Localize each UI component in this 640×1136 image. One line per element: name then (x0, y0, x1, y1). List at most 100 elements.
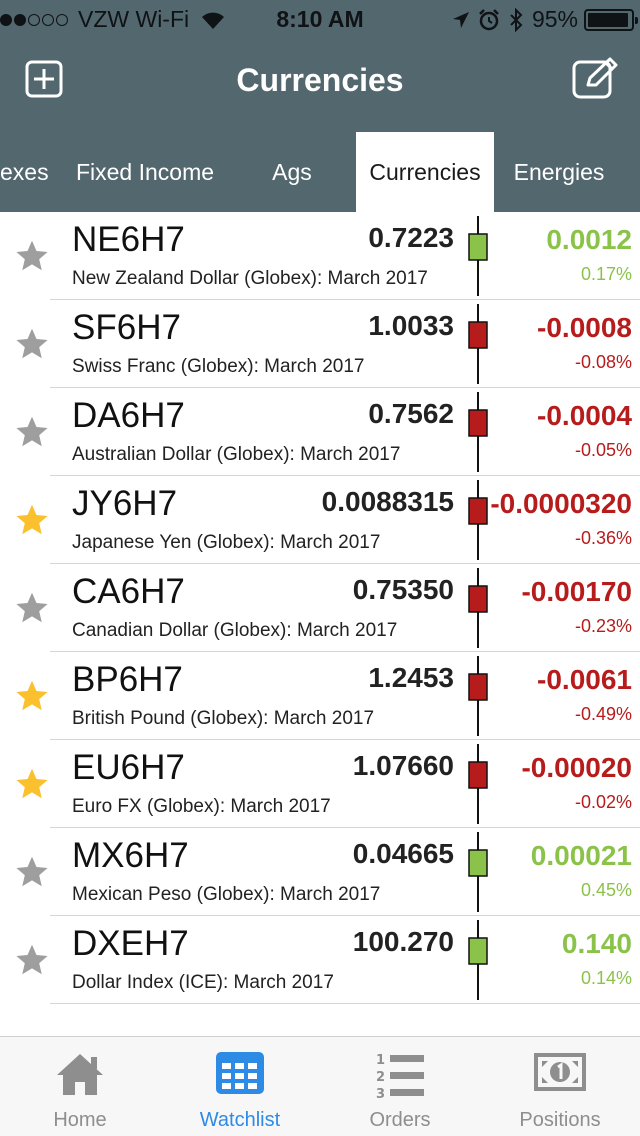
contract-symbol: DA6H7 (72, 396, 185, 435)
contract-description: British Pound (Globex): March 2017 (72, 708, 375, 729)
contract-symbol: MX6H7 (72, 836, 189, 875)
contract-symbol: JY6H7 (72, 484, 178, 523)
star-icon[interactable] (14, 326, 50, 362)
nav-watchlist[interactable]: Watchlist (160, 1037, 320, 1136)
contract-symbol: SF6H7 (72, 308, 181, 347)
edit-button[interactable] (572, 57, 620, 99)
watchlist-row[interactable]: NE6H7 New Zealand Dollar (Globex): March… (0, 212, 640, 300)
contract-description: Euro FX (Globex): March 2017 (72, 796, 331, 817)
app-header: VZW Wi-Fi 8:10 AM 95% Currencies (0, 0, 640, 128)
svg-text:3: 3 (376, 1087, 385, 1101)
percent-change: 0.14% (580, 968, 632, 988)
row-divider (50, 1003, 640, 1004)
watchlist-row[interactable]: DXEH7 Dollar Index (ICE): March 2017 100… (0, 916, 640, 1004)
price-change: 0.140 (561, 928, 632, 959)
contract-description: Swiss Franc (Globex): March 2017 (72, 356, 365, 377)
nav-orders-label: Orders (369, 1109, 431, 1131)
svg-text:1: 1 (376, 1053, 385, 1068)
last-price: 1.07660 (352, 750, 454, 781)
candlestick-icon (468, 832, 488, 912)
last-price: 0.04665 (352, 838, 454, 869)
page-title: Currencies (236, 62, 404, 98)
watchlist-row[interactable]: MX6H7 Mexican Peso (Globex): March 2017 … (0, 828, 640, 916)
category-tabs: exes Fixed Income Ags Currencies Energie… (0, 128, 640, 212)
last-price: 1.0033 (368, 310, 454, 341)
candlestick-icon (468, 920, 488, 1000)
contract-symbol: EU6H7 (72, 748, 185, 787)
star-icon[interactable] (14, 414, 50, 450)
last-price: 0.7223 (368, 222, 454, 253)
percent-change: -0.02% (574, 792, 632, 812)
percent-change: -0.05% (574, 440, 632, 460)
nav-positions[interactable]: Positions (480, 1037, 640, 1136)
contract-description: New Zealand Dollar (Globex): March 2017 (72, 268, 428, 289)
watchlist: NE6H7 New Zealand Dollar (Globex): March… (0, 212, 640, 1004)
last-price: 100.270 (352, 926, 454, 957)
price-change: -0.00170 (521, 576, 632, 607)
last-price: 0.7562 (368, 398, 454, 429)
last-price: 0.0088315 (321, 486, 454, 517)
candlestick-icon (468, 568, 488, 648)
contract-description: Japanese Yen (Globex): March 2017 (72, 532, 381, 553)
battery-percentage: 95% (531, 6, 578, 32)
nav-home[interactable]: Home (0, 1037, 160, 1136)
candlestick-icon (468, 480, 488, 560)
candlestick-icon (468, 216, 488, 296)
candlestick-icon (468, 392, 488, 472)
contract-description: Australian Dollar (Globex): March 2017 (72, 444, 401, 465)
star-icon[interactable] (14, 590, 50, 626)
numbered-list-icon: 1 2 3 (376, 1053, 424, 1101)
percent-change: -0.23% (574, 616, 632, 636)
price-change: -0.0000320 (490, 488, 632, 519)
price-change: -0.0004 (537, 400, 632, 431)
nav-watchlist-label: Watchlist (199, 1109, 281, 1131)
tab-currencies[interactable]: Currencies (356, 132, 494, 212)
watchlist-row[interactable]: BP6H7 British Pound (Globex): March 2017… (0, 652, 640, 740)
price-change: -0.0008 (537, 312, 632, 343)
bluetooth-icon (510, 7, 523, 32)
watchlist-row[interactable]: EU6H7 Euro FX (Globex): March 2017 1.076… (0, 740, 640, 828)
star-icon[interactable] (14, 238, 50, 274)
candlestick-icon (468, 656, 488, 736)
star-icon[interactable] (14, 766, 50, 802)
tab-indexes[interactable]: exes (0, 132, 49, 212)
watchlist-row[interactable]: JY6H7 Japanese Yen (Globex): March 2017 … (0, 476, 640, 564)
tab-ags[interactable]: Ags (240, 132, 344, 212)
nav-home-label: Home (53, 1109, 107, 1131)
cash-icon (534, 1053, 586, 1091)
contract-symbol: CA6H7 (72, 572, 185, 611)
last-price: 1.2453 (368, 662, 454, 693)
star-icon[interactable] (14, 678, 50, 714)
star-icon[interactable] (14, 942, 50, 978)
contract-symbol: BP6H7 (72, 660, 183, 699)
star-icon[interactable] (14, 854, 50, 890)
percent-change: 0.45% (580, 880, 632, 900)
watchlist-row[interactable]: SF6H7 Swiss Franc (Globex): March 2017 1… (0, 300, 640, 388)
last-price: 0.75350 (352, 574, 454, 605)
nav-positions-label: Positions (519, 1109, 601, 1131)
percent-change: -0.08% (574, 352, 632, 372)
grid-icon (216, 1052, 264, 1094)
tab-fixed-income[interactable]: Fixed Income (64, 132, 226, 212)
bottom-tab-bar: Home Watchlist 123 Orders Positions (0, 1036, 640, 1136)
contract-description: Canadian Dollar (Globex): March 2017 (72, 620, 398, 641)
percent-change: -0.36% (574, 528, 632, 548)
alarm-icon (479, 8, 499, 30)
percent-change: 0.17% (580, 264, 632, 284)
contract-description: Mexican Peso (Globex): March 2017 (72, 884, 381, 905)
price-change: 0.00021 (530, 840, 632, 871)
location-arrow-icon (452, 11, 469, 28)
contract-symbol: DXEH7 (72, 924, 189, 963)
watchlist-row[interactable]: CA6H7 Canadian Dollar (Globex): March 20… (0, 564, 640, 652)
star-icon[interactable] (14, 502, 50, 538)
price-change: -0.00020 (521, 752, 632, 783)
tab-energies[interactable]: Energies (500, 132, 618, 212)
nav-orders[interactable]: 1 2 3 Orders (320, 1037, 480, 1136)
battery-icon (584, 8, 638, 31)
contract-symbol: NE6H7 (72, 220, 185, 259)
status-bar: VZW Wi-Fi 8:10 AM 95% (0, 0, 640, 40)
contract-description: Dollar Index (ICE): March 2017 (72, 972, 334, 993)
watchlist-row[interactable]: DA6H7 Australian Dollar (Globex): March … (0, 388, 640, 476)
candlestick-icon (468, 744, 488, 824)
price-change: -0.0061 (537, 664, 632, 695)
